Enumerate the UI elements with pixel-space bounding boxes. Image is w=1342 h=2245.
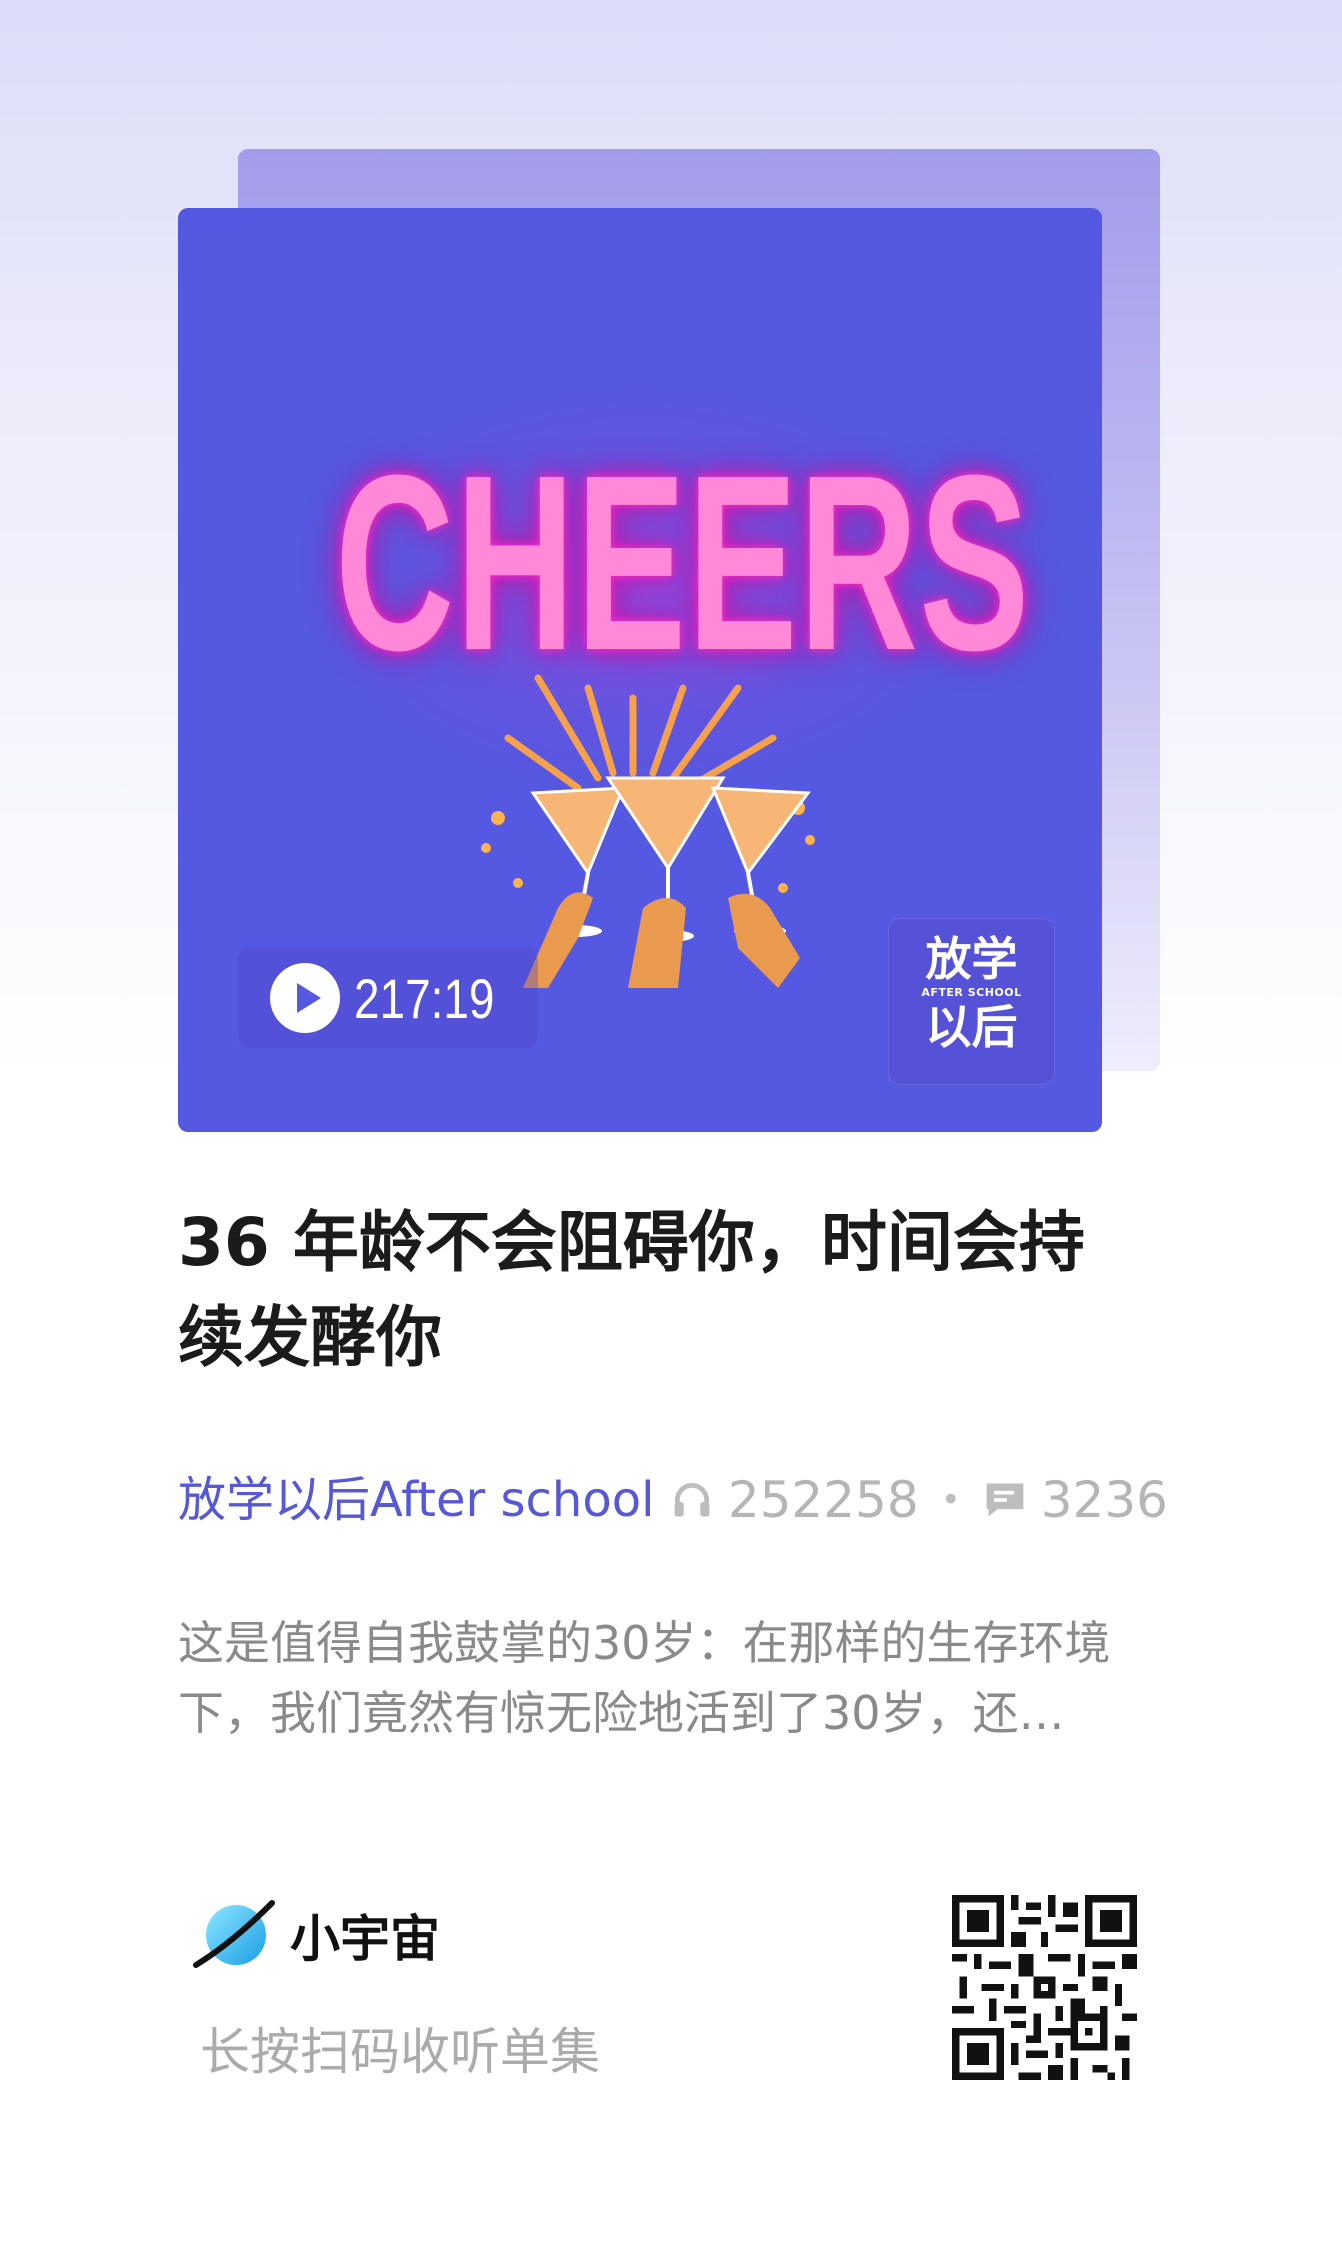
- episode-cover[interactable]: CHEERS 217:19 放学 AFTER SCHOOL 以后: [178, 208, 1102, 1132]
- stats-separator: •: [940, 1480, 961, 1520]
- show-logo: 放学 AFTER SCHOOL 以后: [888, 918, 1055, 1085]
- episode-stats: 252258 • 3236: [670, 1462, 1168, 1538]
- brand-name: 小宇宙: [290, 1910, 440, 1968]
- podcast-name-link[interactable]: 放学以后After school: [178, 1462, 654, 1538]
- planet-logo-icon: [193, 1900, 275, 1968]
- show-logo-line1: 放学: [925, 932, 1018, 986]
- show-logo-line2: AFTER SCHOOL: [921, 986, 1022, 999]
- episode-meta: 放学以后After school 252258 • 3236: [178, 1462, 1168, 1538]
- duration-badge[interactable]: 217:19: [238, 948, 538, 1048]
- cheers-glasses-illustration: [481, 674, 815, 988]
- comment-count: 3236: [1040, 1471, 1168, 1529]
- episode-description: 这是值得自我鼓掌的30岁：在那样的生存环境下，我们竟然有惊无险地活到了30岁，还…: [178, 1616, 1111, 1740]
- app-brand: 小宇宙: [192, 1895, 440, 1975]
- episode-duration: 217:19: [354, 966, 495, 1030]
- episode-title: 36 年龄不会阻碍你，时间会持续发酵你: [178, 1204, 1085, 1376]
- qr-code[interactable]: [952, 1895, 1137, 2080]
- comment-icon: [986, 1483, 1024, 1517]
- headphones-icon: [674, 1483, 710, 1517]
- show-logo-line3: 以后: [925, 1000, 1018, 1054]
- play-icon[interactable]: [270, 963, 340, 1033]
- play-count: 252258: [727, 1471, 919, 1529]
- scan-hint: 长按扫码收听单集: [200, 2023, 600, 2081]
